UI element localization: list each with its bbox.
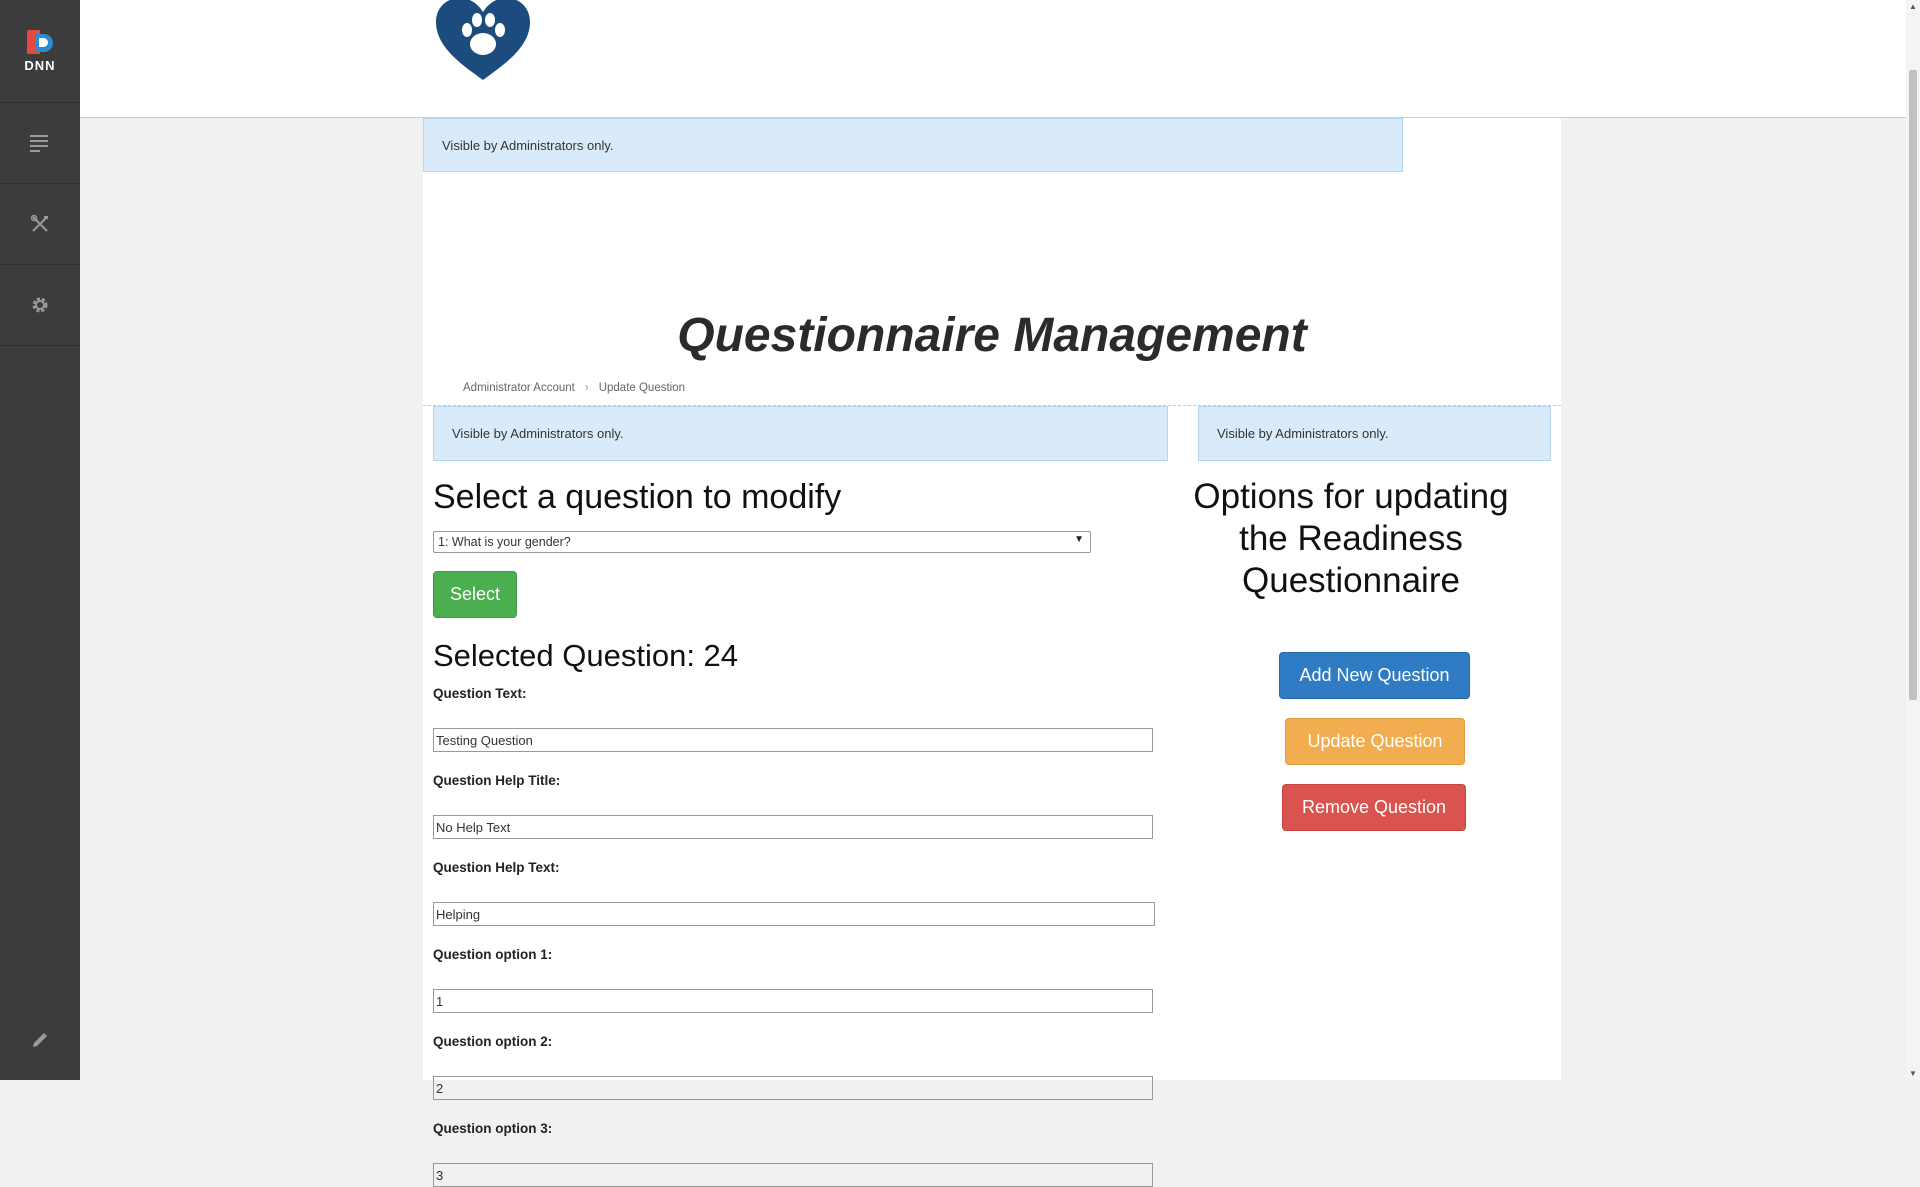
site-header: [80, 0, 1906, 118]
question-select[interactable]: 1: What is your gender? ▼: [433, 531, 1091, 553]
breadcrumb: Administrator Account › Update Question: [463, 382, 685, 394]
question-help-title-label: Question Help Title:: [433, 773, 561, 788]
edit-pencil-icon: [33, 1033, 47, 1047]
select-button[interactable]: Select: [433, 571, 517, 618]
select-question-heading: Select a question to modify: [433, 478, 842, 516]
dnn-logo-text: DNN: [24, 57, 56, 73]
persona-item-manage[interactable]: [0, 184, 80, 265]
heart-paw-logo[interactable]: [434, 0, 532, 82]
breadcrumb-separator-icon: ›: [584, 382, 589, 394]
dropdown-arrow-icon: ▼: [1074, 534, 1084, 545]
admin-visibility-note-top: Visible by Administrators only.: [423, 118, 1403, 172]
question-select-value: 1: What is your gender?: [438, 535, 571, 549]
scroll-up-arrow-icon[interactable]: ▲: [1906, 2, 1920, 11]
question-option-2-label: Question option 2:: [433, 1034, 553, 1049]
selected-question-heading: Selected Question: 24: [433, 638, 739, 673]
scroll-down-arrow-icon[interactable]: ▼: [1906, 1069, 1920, 1078]
add-new-question-button[interactable]: Add New Question: [1279, 652, 1470, 699]
question-option-3-input[interactable]: 3: [433, 1163, 1153, 1187]
question-option-3-label: Question option 3:: [433, 1121, 553, 1136]
settings-gear-icon: [32, 297, 48, 313]
question-option-1-input[interactable]: 1: [433, 989, 1153, 1013]
question-help-text-label: Question Help Text:: [433, 860, 560, 875]
content-icon: [30, 135, 48, 152]
page-title: Questionnaire Management: [677, 309, 1307, 362]
dnn-logo-icon: [27, 29, 53, 54]
persona-item-settings[interactable]: [0, 265, 80, 346]
persona-bar: DNN: [0, 0, 80, 1080]
options-heading: Options for updating the Readiness Quest…: [1193, 477, 1509, 600]
question-text-input[interactable]: Testing Question: [433, 728, 1153, 752]
question-text-label: Question Text:: [433, 686, 527, 701]
dnn-logo[interactable]: DNN: [0, 0, 80, 103]
update-question-button[interactable]: Update Question: [1285, 718, 1465, 765]
remove-question-button[interactable]: Remove Question: [1282, 784, 1466, 831]
question-help-text-input[interactable]: Helping: [433, 902, 1155, 926]
breadcrumb-item-admin-account[interactable]: Administrator Account: [463, 382, 575, 394]
manage-tools-icon: [30, 214, 48, 232]
question-help-title-input[interactable]: No Help Text: [433, 815, 1153, 839]
question-option-1-label: Question option 1:: [433, 947, 553, 962]
breadcrumb-item-update-question[interactable]: Update Question: [599, 382, 685, 394]
admin-visibility-note-left: Visible by Administrators only.: [433, 406, 1168, 461]
page-scrollbar[interactable]: ▲ ▼: [1906, 0, 1920, 1080]
main-content: Visible by Administrators only. Question…: [423, 118, 1561, 1187]
admin-visibility-note-right: Visible by Administrators only.: [1198, 406, 1551, 461]
persona-item-content[interactable]: [0, 103, 80, 184]
persona-item-edit[interactable]: [0, 1000, 80, 1080]
scroll-thumb[interactable]: [1909, 70, 1917, 700]
